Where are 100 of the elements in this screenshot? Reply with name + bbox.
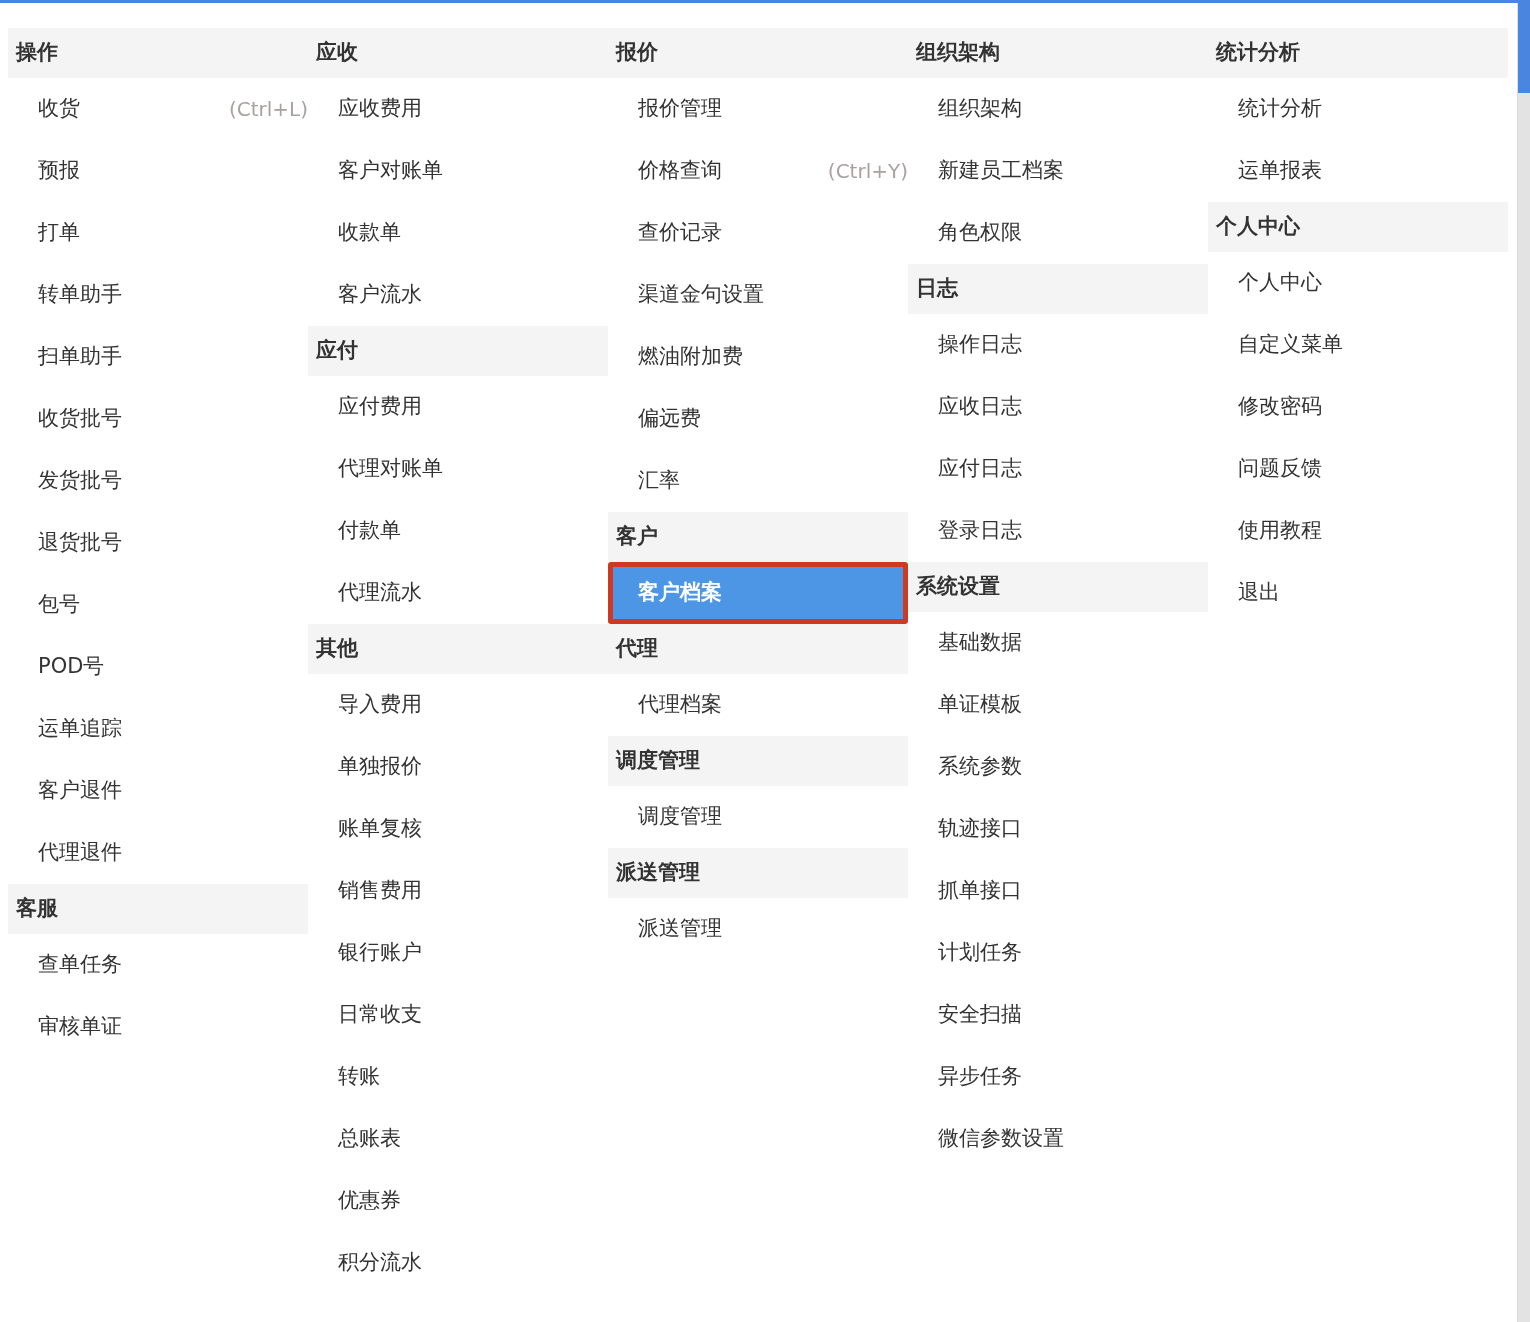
section-header: 代理	[608, 624, 908, 674]
menu-item-label: 预报	[38, 157, 80, 185]
menu-item[interactable]: 偏远费	[608, 388, 908, 450]
menu-item[interactable]: 操作日志	[908, 314, 1208, 376]
menu-item[interactable]: 新建员工档案	[908, 140, 1208, 202]
menu-item[interactable]: 安全扫描	[908, 984, 1208, 1046]
menu-item-label: 总账表	[338, 1125, 401, 1153]
menu-item[interactable]: 付款单	[308, 500, 608, 562]
section-header: 日志	[908, 264, 1208, 314]
menu-item-label: 优惠券	[338, 1187, 401, 1215]
menu-item-label: 退出	[1238, 579, 1280, 607]
menu-item-label: 问题反馈	[1238, 455, 1322, 483]
menu-item[interactable]: 审核单证	[8, 996, 308, 1058]
menu-item[interactable]: 扫单助手	[8, 326, 308, 388]
menu-item-label: 应付费用	[338, 393, 422, 421]
menu-item[interactable]: 客户退件	[8, 760, 308, 822]
menu-item[interactable]: 系统参数	[908, 736, 1208, 798]
menu-item[interactable]: 收款单	[308, 202, 608, 264]
menu-item[interactable]: 打单	[8, 202, 308, 264]
menu-item-label: 代理档案	[638, 691, 722, 719]
menu-item[interactable]: 调度管理	[608, 786, 908, 848]
menu-item[interactable]: 应收费用	[308, 78, 608, 140]
menu-item[interactable]: 角色权限	[908, 202, 1208, 264]
menu-item[interactable]: 登录日志	[908, 500, 1208, 562]
menu-item[interactable]: 微信参数设置	[908, 1108, 1208, 1170]
menu-item-label: 燃油附加费	[638, 343, 743, 371]
menu-item-label: 客户对账单	[338, 157, 443, 185]
menu-item[interactable]: 日常收支	[308, 984, 608, 1046]
menu-item[interactable]: 运单追踪	[8, 698, 308, 760]
menu-item[interactable]: 销售费用	[308, 860, 608, 922]
menu-item[interactable]: 轨迹接口	[908, 798, 1208, 860]
menu-item-label: 计划任务	[938, 939, 1022, 967]
menu-item-label: 角色权限	[938, 219, 1022, 247]
menu-item[interactable]: 积分流水	[308, 1232, 608, 1294]
menu-item[interactable]: 代理流水	[308, 562, 608, 624]
menu-item-label: 价格查询	[638, 157, 722, 185]
menu-item[interactable]: 使用教程	[1208, 500, 1508, 562]
menu-item[interactable]: 抓单接口	[908, 860, 1208, 922]
menu-item-label: 轨迹接口	[938, 815, 1022, 843]
menu-item[interactable]: 修改密码	[1208, 376, 1508, 438]
menu-item[interactable]: 客户对账单	[308, 140, 608, 202]
menu-item-label: 导入费用	[338, 691, 422, 719]
menu-item[interactable]: POD号	[8, 636, 308, 698]
menu-item-label: 扫单助手	[38, 343, 122, 371]
menu-item-label: 查价记录	[638, 219, 722, 247]
menu-item[interactable]: 应收日志	[908, 376, 1208, 438]
menu-item-label: 抓单接口	[938, 877, 1022, 905]
menu-item[interactable]: 账单复核	[308, 798, 608, 860]
menu-item[interactable]: 优惠券	[308, 1170, 608, 1232]
menu-item[interactable]: 燃油附加费	[608, 326, 908, 388]
section-header: 个人中心	[1208, 202, 1508, 252]
menu-item[interactable]: 收货 (Ctrl+L)	[8, 78, 308, 140]
section-header: 客服	[8, 884, 308, 934]
menu-item[interactable]: 收货批号	[8, 388, 308, 450]
menu-item[interactable]: 计划任务	[908, 922, 1208, 984]
menu-item[interactable]: 总账表	[308, 1108, 608, 1170]
menu-item[interactable]: 汇率	[608, 450, 908, 512]
menu-item-label: 使用教程	[1238, 517, 1322, 545]
menu-item[interactable]: 客户流水	[308, 264, 608, 326]
shortcut-hint: (Ctrl+L)	[228, 96, 308, 123]
menu-item[interactable]: 银行账户	[308, 922, 608, 984]
menu-item[interactable]: 退货批号	[8, 512, 308, 574]
menu-item[interactable]: 导入费用	[308, 674, 608, 736]
menu-item[interactable]: 价格查询 (Ctrl+Y)	[608, 140, 908, 202]
menu-item-label: 个人中心	[1238, 269, 1322, 297]
menu-item[interactable]: 运单报表	[1208, 140, 1508, 202]
section-header: 派送管理	[608, 848, 908, 898]
menu-item[interactable]: 组织架构	[908, 78, 1208, 140]
menu-item-label: 代理对账单	[338, 455, 443, 483]
menu-item[interactable]: 代理退件	[8, 822, 308, 884]
menu-item[interactable]: 统计分析	[1208, 78, 1508, 140]
menu-item[interactable]: 异步任务	[908, 1046, 1208, 1108]
menu-item-label: 应收费用	[338, 95, 422, 123]
menu-item[interactable]: 包号	[8, 574, 308, 636]
menu-item[interactable]: 渠道金句设置	[608, 264, 908, 326]
menu-item[interactable]: 基础数据	[908, 612, 1208, 674]
menu-item-label: 新建员工档案	[938, 157, 1064, 185]
menu-item[interactable]: 应付费用	[308, 376, 608, 438]
menu-item[interactable]: 退出	[1208, 562, 1508, 624]
menu-item[interactable]: 转账	[308, 1046, 608, 1108]
menu-item-label: 异步任务	[938, 1063, 1022, 1091]
menu-item-label: 安全扫描	[938, 1001, 1022, 1029]
menu-item[interactable]: 发货批号	[8, 450, 308, 512]
menu-item[interactable]: 查单任务	[8, 934, 308, 996]
menu-item[interactable]: 代理对账单	[308, 438, 608, 500]
menu-item-label: 代理退件	[38, 839, 122, 867]
menu-item[interactable]: 预报	[8, 140, 308, 202]
menu-item[interactable]: 个人中心	[1208, 252, 1508, 314]
menu-item[interactable]: 查价记录	[608, 202, 908, 264]
menu-item[interactable]: 代理档案	[608, 674, 908, 736]
menu-item[interactable]: 报价管理	[608, 78, 908, 140]
menu-item[interactable]: 单独报价	[308, 736, 608, 798]
menu-item-label: POD号	[38, 653, 105, 681]
menu-item-label: 组织架构	[938, 95, 1022, 123]
menu-item[interactable]: 派送管理	[608, 898, 908, 960]
menu-item[interactable]: 自定义菜单	[1208, 314, 1508, 376]
menu-item[interactable]: 问题反馈	[1208, 438, 1508, 500]
menu-item[interactable]: 应付日志	[908, 438, 1208, 500]
menu-item[interactable]: 单证模板	[908, 674, 1208, 736]
menu-item[interactable]: 转单助手	[8, 264, 308, 326]
